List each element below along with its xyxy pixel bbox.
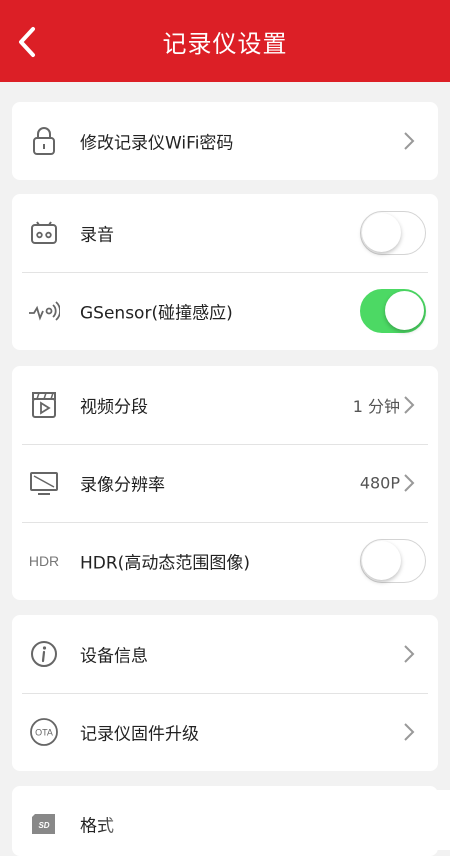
hdr-toggle[interactable] <box>360 539 426 583</box>
setting-label: 录像分辨率 <box>80 475 165 496</box>
setting-label: 修改记录仪WiFi密码 <box>80 133 234 154</box>
chevron-right-icon <box>404 723 415 741</box>
setting-label: GSensor(碰撞感应) <box>80 303 233 324</box>
gsensor-icon <box>26 293 62 329</box>
setting-hdr: HDR HDR(高动态范围图像) <box>12 522 438 600</box>
setting-wifi-password[interactable]: 修改记录仪WiFi密码 <box>12 102 438 180</box>
setting-label: 视频分段 <box>80 397 148 418</box>
setting-video-resolution[interactable]: 录像分辨率 480P <box>12 444 438 522</box>
app-header: 记录仪设置 <box>0 0 450 82</box>
setting-gsensor: GSensor(碰撞感应) <box>12 272 438 350</box>
settings-group-device: 设备信息 OTA 记录仪固件升级 <box>12 615 438 771</box>
setting-label: 录音 <box>80 225 114 246</box>
chevron-right-icon <box>404 132 415 150</box>
setting-value: 480P <box>359 473 400 493</box>
gsensor-toggle[interactable] <box>360 289 426 333</box>
microphone-box-icon <box>26 215 62 251</box>
setting-firmware-upgrade[interactable]: OTA 记录仪固件升级 <box>12 693 438 771</box>
settings-group-audio-sensor: 录音 GSensor(碰撞感应) <box>12 194 438 350</box>
audio-toggle[interactable] <box>360 211 426 255</box>
setting-label: HDR(高动态范围图像) <box>80 553 250 574</box>
setting-label: 设备信息 <box>80 646 148 667</box>
setting-device-info[interactable]: 设备信息 <box>12 615 438 693</box>
setting-label: 记录仪固件升级 <box>80 724 199 745</box>
page-title: 记录仪设置 <box>162 29 288 58</box>
info-icon <box>26 636 62 672</box>
ota-icon: OTA <box>26 714 62 750</box>
monitor-icon <box>26 465 62 501</box>
chevron-left-icon <box>19 27 35 57</box>
chevron-right-icon <box>404 474 415 492</box>
settings-group-video: 视频分段 1 分钟 录像分辨率 480P HDR HDR(高动态范围图像) <box>12 366 438 600</box>
settings-group-storage: SD 格式 <box>12 786 438 856</box>
chevron-right-icon <box>404 396 415 414</box>
sd-card-icon: SD <box>26 806 62 842</box>
video-clip-icon <box>26 387 62 423</box>
setting-format-sd[interactable]: SD 格式 <box>12 786 438 856</box>
svg-text:OTA: OTA <box>35 728 53 738</box>
lock-icon <box>26 123 62 159</box>
hdr-icon: HDR <box>28 553 60 569</box>
setting-label: 格式 <box>80 816 114 837</box>
setting-audio-record: 录音 <box>12 194 438 272</box>
settings-group-wifi: 修改记录仪WiFi密码 <box>12 102 438 180</box>
svg-text:SD: SD <box>38 821 49 830</box>
setting-value: 1 分钟 <box>352 397 400 416</box>
setting-video-segment[interactable]: 视频分段 1 分钟 <box>12 366 438 444</box>
chevron-right-icon <box>404 645 415 663</box>
back-button[interactable] <box>12 22 42 62</box>
